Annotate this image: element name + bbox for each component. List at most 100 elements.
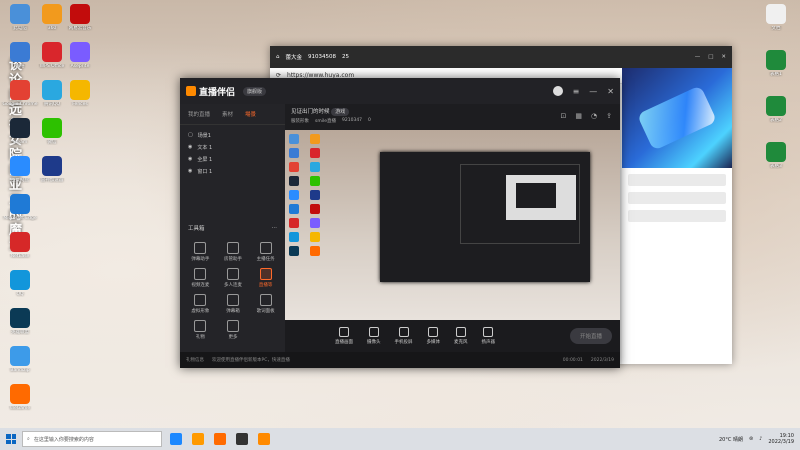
taskbar-app-icon[interactable] [192,433,204,445]
tool-item[interactable]: 直播等 [249,268,282,288]
gift-info[interactable]: 礼物信息 [186,357,204,363]
tool-item[interactable]: 房管助手 [217,242,250,262]
media-button[interactable]: 多媒体 [427,327,440,345]
status-message: 欢迎使用直播伴侣新版本PC，快速直播 [212,358,290,363]
folder-icon: ▢ [188,132,193,138]
lock-icon[interactable]: ⊡ [561,112,567,120]
tool-item[interactable]: 多人连麦 [217,268,250,288]
app-icon [766,4,786,24]
desktop-icon-label: 表格2 [770,118,782,123]
tool-label: 弹幕箱 [226,309,240,314]
eye-icon[interactable]: ◉ [188,156,192,162]
notify-icon[interactable]: ◔ [591,112,597,120]
tab-scene[interactable]: 場景 [245,110,256,118]
close-icon[interactable]: ✕ [607,87,614,96]
app-icon [10,308,30,328]
mic-button[interactable]: 麦克风 [454,327,468,345]
taskbar-search[interactable]: ⌕ 在这里输入你要搜索的内容 [22,431,162,447]
scene-item[interactable]: ◉ 全屏 1 [188,153,277,165]
screen-button[interactable]: 直播画面 [335,327,353,345]
desktop-icon[interactable]: 雷神加速器 [32,156,72,183]
tool-item[interactable]: 礼物 [184,320,217,340]
scene-item[interactable]: ◉ 窗口 1 [188,165,277,177]
clock[interactable]: 19:10 2022/3/19 [768,433,794,445]
taskbar-apps [170,433,270,445]
tab-my-stream[interactable]: 我的直播 [188,110,210,118]
tool-item[interactable]: 弹幕助手 [184,242,217,262]
taskbar-app-icon[interactable] [214,433,226,445]
streaming-app-window[interactable]: 直播伴侣 旗舰版 ≡ — ✕ 我的直播 素材 場景 ▢ 场景1 ◉ 文本 1 ◉ 全屏… [180,78,620,368]
desktop-icon[interactable]: 表格1 [756,50,796,77]
home-icon[interactable]: ⌂ [276,54,280,60]
desktop-icon-label: 文档 [771,26,781,31]
room-id: 91034508 [308,54,337,60]
mic-icon [455,327,466,337]
preview-app-icon [310,148,320,158]
tool-label: 更多 [228,335,238,340]
camera-button[interactable]: 摄像头 [367,327,381,345]
phone-cast-button[interactable]: 手机投屏 [395,327,413,345]
app-icon [766,50,786,70]
start-stream-button[interactable]: 开始直播 [569,328,612,344]
tool-item[interactable]: 更多 [217,320,250,340]
scene-item[interactable]: ◉ 文本 1 [188,141,277,153]
taskbar-app-icon[interactable] [258,433,270,445]
tool-icon [259,294,272,306]
room-title[interactable]: 见证出门的时候 [291,109,330,115]
weather[interactable]: 20°C 晴朗 [719,436,743,443]
tool-item[interactable]: 视频连麦 [184,268,217,288]
desktop-icon[interactable]: 表格2 [756,96,796,123]
taskbar-app-icon[interactable] [170,433,182,445]
desktop-icon[interactable]: 网易云音乐 [60,4,100,31]
room-category[interactable]: 服装形象 [291,118,309,124]
menu-icon[interactable]: ≡ [573,87,580,96]
tool-icon [259,242,272,254]
desktop-icon[interactable]: NetEase [0,232,40,259]
search-placeholder: 在这里输入你要搜索的内容 [33,436,94,443]
room-info-bar: 见证出门的时候 游戏 服装形象 smile直播 9210347 0 ⊡ ▦ ◔ … [285,104,620,130]
preview-app-icon [289,148,299,158]
scene-item[interactable]: ▢ 场景1 [188,129,277,141]
app-titlebar: 直播伴侣 旗舰版 ≡ — ✕ [180,78,620,104]
close-icon[interactable]: ✕ [721,54,726,60]
volume-icon[interactable]: ♪ [759,436,762,442]
desktop-icon[interactable]: 英雄联盟 [0,308,40,335]
version-badge[interactable]: 旗舰版 [243,86,267,96]
toolbox-grid: 弹幕助手 房管助手 主播任务视频连麦 多人连麦 直播等虚拟形象 弹幕箱 歌词面板礼物 更多 [184,242,282,340]
grid-icon[interactable]: ▦ [575,112,582,120]
preview-app-icon [310,246,320,256]
tool-item[interactable]: 虚拟形象 [184,294,217,314]
desktop-icon[interactable]: 表格3 [756,142,796,169]
eye-icon[interactable]: ◉ [188,144,192,150]
chat-line [628,210,726,222]
desktop-icon[interactable]: Fences [60,80,100,107]
minimize-icon[interactable]: — [695,54,701,60]
start-button[interactable] [0,434,22,444]
share-icon[interactable]: ⇪ [606,112,612,120]
tab-assets[interactable]: 素材 [222,110,233,118]
more-icon[interactable]: … [272,224,278,232]
avatar[interactable] [552,86,563,96]
tool-item[interactable]: 弹幕箱 [217,294,250,314]
preview-app-icon [289,232,299,242]
desktop-icon[interactable]: QQ [0,270,40,297]
tool-item[interactable]: 主播任务 [249,242,282,262]
room-tag[interactable]: 游戏 [331,108,350,116]
taskbar-app-icon[interactable] [236,433,248,445]
network-icon[interactable]: ⊜ [749,436,753,442]
minimize-icon[interactable]: — [589,87,597,96]
chat-line [628,192,726,204]
desktop-icon[interactable]: 微信 [32,118,72,145]
eye-icon[interactable]: ◉ [188,168,192,174]
desktop-icon[interactable]: Microsoft Edge [0,194,40,221]
desktop-icon[interactable]: 文档 [756,4,796,31]
room-number: 9210347 [342,118,363,123]
viewer-count: 25 [342,54,350,60]
tool-item[interactable]: 歌词面板 [249,294,282,314]
stream-preview[interactable] [285,130,620,320]
maximize-icon[interactable]: □ [708,54,713,60]
speaker-button[interactable]: 扬声器 [482,327,495,345]
desktop-icon[interactable]: Bandizip [0,346,40,373]
desktop-icon[interactable]: Aseprite [60,42,100,69]
desktop-icon[interactable]: WeGame [0,384,40,411]
